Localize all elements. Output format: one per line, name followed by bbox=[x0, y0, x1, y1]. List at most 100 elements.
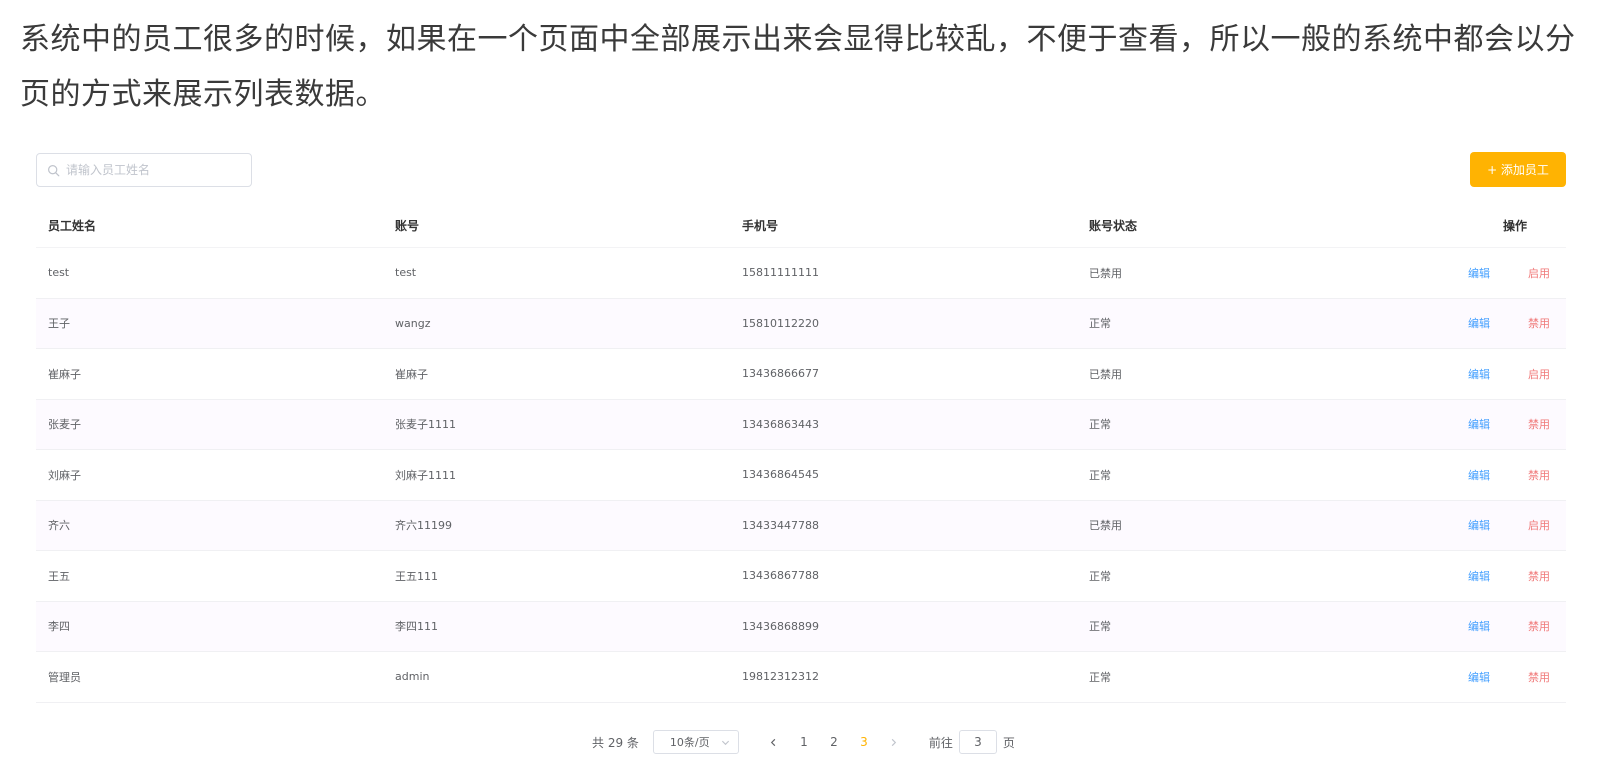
cell-account: 刘麻子1111 bbox=[395, 468, 456, 482]
toggle-status-link[interactable]: 启用 bbox=[1490, 265, 1550, 281]
cell-account: 齐六11199 bbox=[395, 519, 452, 533]
chevron-down-icon bbox=[721, 740, 729, 745]
cell-actions: 编辑 禁用 bbox=[1424, 315, 1566, 331]
page-size-select[interactable]: 10条/页 bbox=[652, 730, 739, 754]
page-3[interactable]: 3 bbox=[849, 735, 879, 749]
cell-phone: 13436866677 bbox=[742, 367, 819, 381]
search-input[interactable] bbox=[66, 163, 246, 177]
prev-page-button[interactable] bbox=[759, 730, 789, 754]
cell-status: 正常 bbox=[1089, 670, 1111, 684]
cell-actions: 编辑 禁用 bbox=[1424, 568, 1566, 584]
cell-phone: 13436868899 bbox=[742, 619, 819, 633]
toggle-status-link[interactable]: 禁用 bbox=[1490, 568, 1550, 584]
intro-paragraph: 系统中的员工很多的时候，如果在一个页面中全部展示出来会显得比较乱，不便于查看，所… bbox=[20, 22, 1576, 112]
cell-phone: 15810112220 bbox=[742, 316, 819, 330]
cell-name: 李四 bbox=[48, 620, 70, 634]
toggle-status-link[interactable]: 禁用 bbox=[1490, 618, 1550, 634]
cell-name: 刘麻子 bbox=[48, 468, 81, 482]
edit-link[interactable]: 编辑 bbox=[1440, 467, 1490, 483]
add-employee-button[interactable]: + 添加员工 bbox=[1470, 152, 1566, 187]
table-row: 王五 王五111 13436867788 正常 编辑 禁用 bbox=[36, 551, 1566, 602]
cell-name: 管理员 bbox=[48, 670, 81, 684]
cell-account: 崔麻子 bbox=[395, 367, 428, 381]
cell-account: test bbox=[395, 266, 417, 280]
search-box[interactable] bbox=[36, 153, 252, 187]
toggle-status-link[interactable]: 禁用 bbox=[1490, 669, 1550, 685]
table-row: 张麦子 张麦子1111 13436863443 正常 编辑 禁用 bbox=[36, 399, 1566, 450]
chevron-left-icon bbox=[771, 738, 776, 746]
goto-prefix: 前往 bbox=[928, 735, 953, 750]
edit-link[interactable]: 编辑 bbox=[1440, 618, 1490, 634]
cell-phone: 19812312312 bbox=[742, 670, 819, 684]
table-header: 员工姓名 账号 手机号 账号状态 操作 bbox=[36, 203, 1566, 248]
cell-actions: 编辑 启用 bbox=[1424, 366, 1566, 382]
cell-phone: 13436867788 bbox=[742, 569, 819, 583]
cell-status: 正常 bbox=[1089, 620, 1111, 634]
cell-name: 崔麻子 bbox=[48, 367, 81, 381]
header-actions: 操作 bbox=[1502, 218, 1527, 233]
cell-actions: 编辑 启用 bbox=[1424, 517, 1566, 533]
header-status: 账号状态 bbox=[1089, 218, 1138, 233]
edit-link[interactable]: 编辑 bbox=[1440, 366, 1490, 382]
toggle-status-link[interactable]: 启用 bbox=[1490, 366, 1550, 382]
cell-actions: 编辑 禁用 bbox=[1424, 669, 1566, 685]
cell-phone: 15811111111 bbox=[742, 266, 819, 280]
table-row: 崔麻子 崔麻子 13436866677 已禁用 编辑 启用 bbox=[36, 349, 1566, 400]
edit-link[interactable]: 编辑 bbox=[1440, 265, 1490, 281]
cell-phone: 13433447788 bbox=[742, 518, 819, 532]
goto-suffix: 页 bbox=[1002, 735, 1015, 750]
cell-status: 正常 bbox=[1089, 418, 1111, 432]
table-row: test test 15811111111 已禁用 编辑 启用 bbox=[36, 248, 1566, 299]
next-page-button[interactable] bbox=[879, 730, 909, 754]
chevron-right-icon bbox=[892, 738, 897, 746]
page-jumper: 前往 页 bbox=[929, 730, 1015, 754]
table-body: test test 15811111111 已禁用 编辑 启用 王子 wangz 1581011… bbox=[36, 248, 1566, 703]
pagination-total: 共 29 条 bbox=[592, 735, 639, 750]
edit-link[interactable]: 编辑 bbox=[1440, 669, 1490, 685]
table-row: 李四 李四111 13436868899 正常 编辑 禁用 bbox=[36, 601, 1566, 652]
search-icon bbox=[48, 164, 60, 176]
cell-name: test bbox=[48, 266, 70, 280]
header-phone: 手机号 bbox=[742, 218, 779, 233]
page-2[interactable]: 2 bbox=[819, 735, 849, 749]
cell-name: 王子 bbox=[48, 317, 70, 331]
edit-link[interactable]: 编辑 bbox=[1440, 416, 1490, 432]
table-row: 齐六 齐六11199 13433447788 已禁用 编辑 启用 bbox=[36, 500, 1566, 551]
cell-status: 正常 bbox=[1089, 468, 1111, 482]
cell-name: 王五 bbox=[48, 569, 70, 583]
cell-actions: 编辑 禁用 bbox=[1424, 467, 1566, 483]
cell-status: 已禁用 bbox=[1089, 367, 1122, 381]
edit-link[interactable]: 编辑 bbox=[1440, 315, 1490, 331]
cell-name: 张麦子 bbox=[48, 418, 81, 432]
cell-status: 已禁用 bbox=[1089, 519, 1122, 533]
cell-name: 齐六 bbox=[48, 519, 70, 533]
cell-actions: 编辑 启用 bbox=[1424, 265, 1566, 281]
edit-link[interactable]: 编辑 bbox=[1440, 568, 1490, 584]
header-name: 员工姓名 bbox=[48, 218, 97, 233]
pagination: 共 29 条 10条/页 1 2 3 前往 页 bbox=[592, 730, 1015, 754]
cell-actions: 编辑 禁用 bbox=[1424, 618, 1566, 634]
cell-phone: 13436864545 bbox=[742, 468, 819, 482]
cell-status: 正常 bbox=[1089, 317, 1111, 331]
cell-status: 正常 bbox=[1089, 569, 1111, 583]
cell-account: admin bbox=[395, 670, 430, 684]
table-row: 王子 wangz 15810112220 正常 编辑 禁用 bbox=[36, 298, 1566, 349]
toggle-status-link[interactable]: 禁用 bbox=[1490, 416, 1550, 432]
cell-account: wangz bbox=[395, 316, 431, 330]
table-row: 管理员 admin 19812312312 正常 编辑 禁用 bbox=[36, 652, 1566, 703]
cell-phone: 13436863443 bbox=[742, 417, 819, 431]
table-row: 刘麻子 刘麻子1111 13436864545 正常 编辑 禁用 bbox=[36, 450, 1566, 501]
goto-page-input[interactable] bbox=[958, 730, 997, 754]
page-1[interactable]: 1 bbox=[789, 735, 819, 749]
employee-table: 员工姓名 账号 手机号 账号状态 操作 test test 15811111111 已… bbox=[36, 203, 1566, 703]
cell-actions: 编辑 禁用 bbox=[1424, 416, 1566, 432]
page-size-value: 10条/页 bbox=[669, 736, 710, 749]
toggle-status-link[interactable]: 禁用 bbox=[1490, 315, 1550, 331]
toggle-status-link[interactable]: 启用 bbox=[1490, 517, 1550, 533]
cell-account: 张麦子1111 bbox=[395, 418, 456, 432]
edit-link[interactable]: 编辑 bbox=[1440, 517, 1490, 533]
cell-account: 李四111 bbox=[395, 620, 438, 634]
toggle-status-link[interactable]: 禁用 bbox=[1490, 467, 1550, 483]
cell-account: 王五111 bbox=[395, 569, 438, 583]
cell-status: 已禁用 bbox=[1089, 266, 1122, 280]
